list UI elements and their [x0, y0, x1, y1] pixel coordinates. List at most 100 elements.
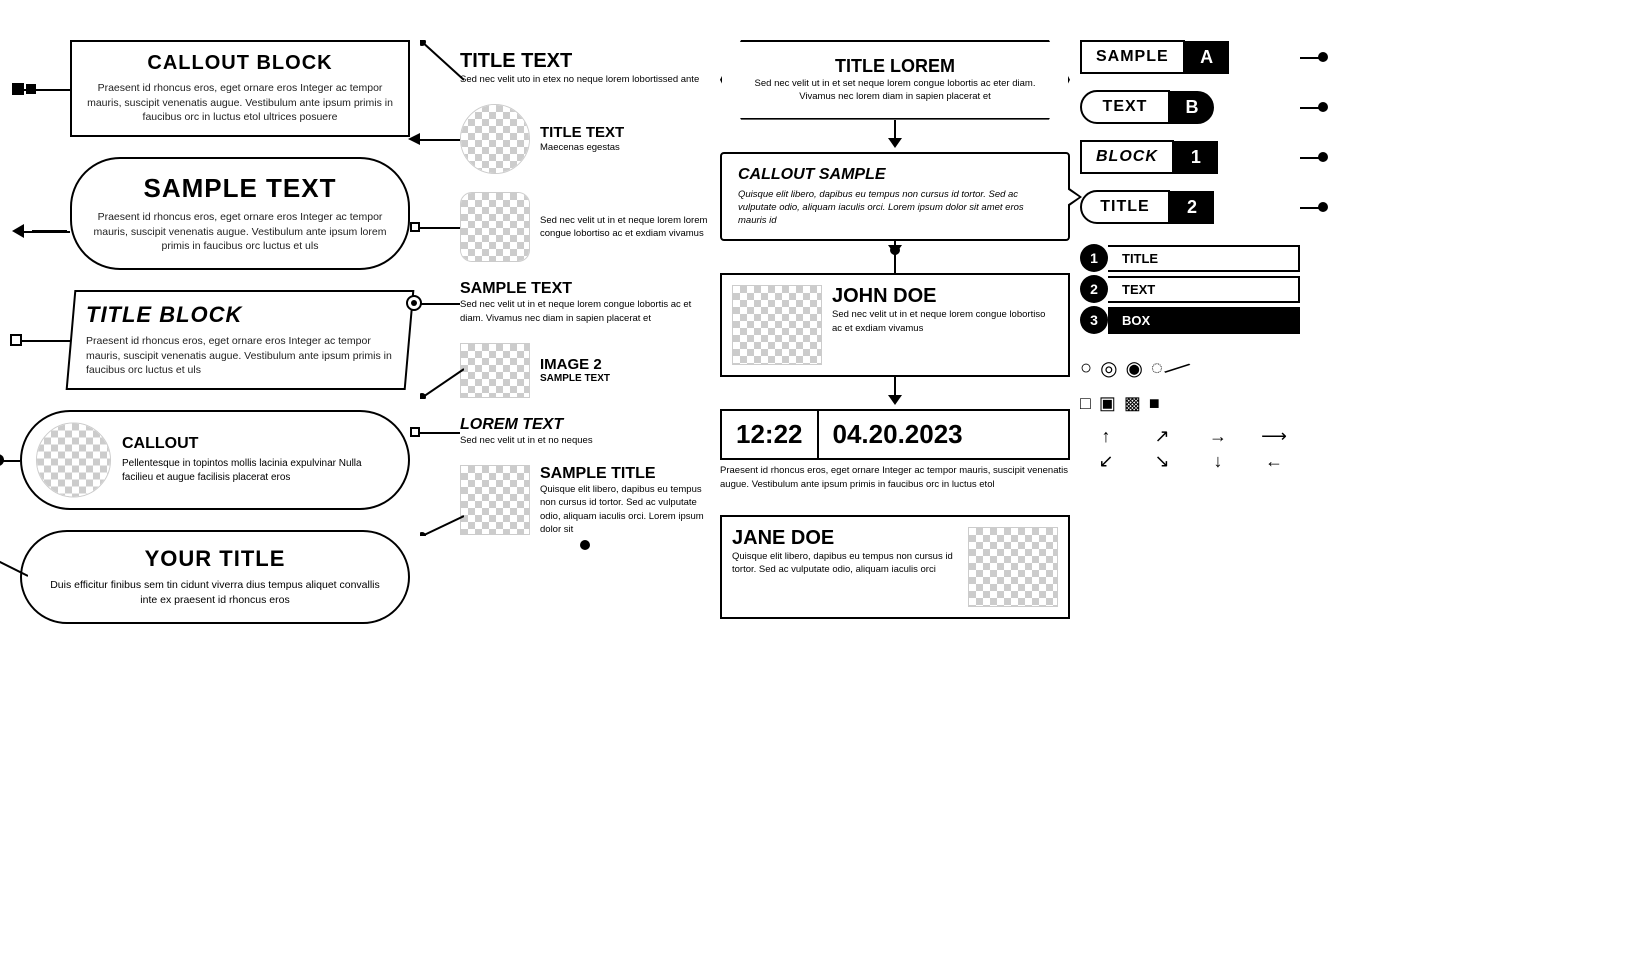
label-b-dot: [1318, 102, 1328, 112]
col3-date-block: 12:22 04.20.2023: [720, 409, 1070, 460]
arrow-down-left: ↙: [1080, 451, 1132, 472]
col3-john-text: JOHN DOE Sed nec velit ut in et neque lo…: [832, 285, 1058, 335]
col2-item2-checker: [461, 105, 529, 173]
label-2-line: [1300, 207, 1320, 209]
num-1-circle: 1: [1080, 244, 1108, 272]
your-title-title: YOUR TITLE: [42, 546, 388, 572]
col2-item2-arrow: [408, 133, 420, 145]
col2-item7-checker: [461, 466, 529, 534]
col2-item3-checker: [461, 193, 529, 261]
sample-text-wrapper: SAMPLE TEXT Praesent id rhoncus eros, eg…: [70, 157, 410, 270]
label-a-text: SAMPLE: [1080, 40, 1185, 74]
col2-item5-title: IMAGE 2: [540, 356, 610, 373]
col2-item-4: SAMPLE TEXT Sed nec velit ut in et neque…: [460, 280, 710, 325]
num-3-label: BOX: [1108, 307, 1300, 334]
num-3-circle: 3: [1080, 306, 1108, 334]
col2-item4-text: SAMPLE TEXT Sed nec velit ut in et neque…: [460, 280, 710, 325]
arrow-right-2: ⟶: [1248, 426, 1300, 447]
col3-title-lorem-text: Sed nec velit ut in et set neque lorem c…: [742, 77, 1048, 104]
col2-item4-line: [420, 303, 460, 305]
label-b-line: [1300, 107, 1320, 109]
icon-circle-ring: ◎: [1100, 356, 1117, 381]
col2-item3-text: Sed nec velit ut in et neque lorem lorem…: [540, 214, 710, 241]
label-a-dot: [1318, 52, 1328, 62]
label-1-dot: [1318, 152, 1328, 162]
col3-callout-sample-title: CALLOUT SAMPLE: [738, 166, 1052, 184]
col2-item3-square: [410, 222, 420, 232]
col2-item-5: IMAGE 2 SAMPLE TEXT: [460, 343, 710, 398]
icon-square-checked: ▩: [1124, 393, 1141, 414]
col2-item3-line: [420, 227, 460, 229]
column-1: CALLOUT BLOCK Praesent id rhoncus eros, …: [20, 20, 410, 960]
col2-item4-title: SAMPLE TEXT: [460, 280, 710, 298]
col2-item2-text: TITLE TEXT Maecenas egestas: [540, 124, 624, 154]
title-block-text: Praesent id rhoncus eros, eget ornare er…: [86, 334, 394, 378]
column-2: TITLE TEXT Sed nec velit uto in etex no …: [420, 20, 710, 960]
col3-date-outer: 12:22 04.20.2023 Praesent id rhoncus ero…: [720, 409, 1070, 491]
main-container: CALLOUT BLOCK Praesent id rhoncus eros, …: [0, 0, 1633, 980]
col3-john-line: [894, 255, 896, 273]
col3-jane-img: [968, 527, 1058, 607]
col2-item3-rounded-img: [460, 192, 530, 262]
col3-date-text: Praesent id rhoncus eros, eget ornare In…: [720, 464, 1070, 491]
callout-block-text: Praesent id rhoncus eros, eget ornare er…: [86, 81, 394, 125]
col2-item6-line: [420, 432, 460, 434]
col3-jane-doe-card: JANE DOE Quisque elit libero, dapibus eu…: [720, 515, 1070, 619]
title-block: TITLE BLOCK Praesent id rhoncus eros, eg…: [66, 290, 415, 390]
col3-john-arrow: [888, 245, 902, 255]
callout-block-title: CALLOUT BLOCK: [86, 52, 394, 75]
col2-top-connector-svg: [420, 40, 464, 100]
num-2-circle: 2: [1080, 275, 1108, 303]
checker-pattern: [37, 424, 110, 497]
col3-title-lorem-outer: TITLE LOREM Sed nec velit ut in et set n…: [720, 40, 1070, 120]
col2-item-3: Sed nec velit ut in et neque lorem lorem…: [460, 192, 710, 262]
col2-title-text-top: TITLE TEXT Sed nec velit uto in etex no …: [460, 50, 710, 86]
col3-time: 12:22: [722, 411, 819, 458]
col2-item2-line: [420, 139, 460, 141]
label-1-line: [1300, 157, 1320, 159]
col3-title-lorem-label: TITLE LOREM: [742, 56, 1048, 77]
col3-jane-checker: [969, 528, 1057, 606]
col2-item7-text: SAMPLE TITLE Quisque elit libero, dapibu…: [540, 465, 710, 536]
col3-john-img: [732, 285, 822, 365]
col2-item2-circle-img: [460, 104, 530, 174]
numbered-list: 1 TITLE 2 TEXT 3 BOX: [1080, 244, 1300, 334]
callout-circle-block: CALLOUT Pellentesque in topintos mollis …: [20, 410, 410, 510]
icon-square-empty: □: [1080, 393, 1091, 414]
label-tag-1: BLOCK 1: [1080, 140, 1300, 174]
col2-item5-text: IMAGE 2 SAMPLE TEXT: [540, 356, 610, 384]
col2-item5-checker: [461, 344, 529, 397]
callout-circle-wrapper: CALLOUT Pellentesque in topintos mollis …: [20, 410, 410, 510]
col2-item6-body: Sed nec velit ut in et no neques: [460, 434, 593, 447]
col3-connector-line-1: [894, 120, 896, 138]
col3-hex-title: TITLE LOREM Sed nec velit ut in et set n…: [720, 40, 1070, 120]
col2-item6-square: [410, 427, 420, 437]
col2-item7-connector-svg: [420, 496, 464, 536]
numbered-item-3: 3 BOX: [1080, 306, 1300, 334]
callout-circle-image: [36, 423, 111, 498]
icon-circle-empty: ○: [1080, 357, 1092, 380]
icon-diagonal-line: ╱: [1164, 355, 1190, 381]
col3-john-body: Sed nec velit ut in et neque lorem congu…: [832, 308, 1058, 335]
col2-title-top-text: Sed nec velit uto in etex no neque lorem…: [460, 73, 710, 86]
label-b-box: B: [1170, 91, 1214, 124]
col2-item5-subtitle: SAMPLE TEXT: [540, 373, 610, 384]
sample-connector-arrow: [12, 224, 24, 238]
label-2-dot: [1318, 202, 1328, 212]
label-1-box: 1: [1174, 141, 1218, 174]
col3-jane-body: Quisque elit libero, dapibus eu tempus n…: [732, 550, 958, 577]
col2-item-6: LOREM TEXT Sed nec velit ut in et no neq…: [460, 416, 710, 447]
title-block-wrapper: TITLE BLOCK Praesent id rhoncus eros, eg…: [70, 290, 410, 390]
arrow-right: →: [1192, 426, 1244, 447]
your-title-block: YOUR TITLE Duis efficitur finibus sem ti…: [20, 530, 410, 623]
label-tag-b: TEXT B: [1080, 90, 1300, 124]
col2-title-top-label: TITLE TEXT: [460, 50, 710, 73]
label-2-box: 2: [1170, 191, 1214, 224]
callout-block-wrapper: CALLOUT BLOCK Praesent id rhoncus eros, …: [70, 40, 410, 137]
callout-circle-body: Pellentesque in topintos mollis lacinia …: [122, 457, 394, 485]
label-tag-2: TITLE 2: [1080, 190, 1300, 224]
numbered-item-1: 1 TITLE: [1080, 244, 1300, 272]
icon-set-squares: □ ▣ ▩ ■: [1080, 393, 1300, 414]
num-1-label: TITLE: [1108, 245, 1300, 272]
label-b-text: TEXT: [1080, 90, 1170, 124]
